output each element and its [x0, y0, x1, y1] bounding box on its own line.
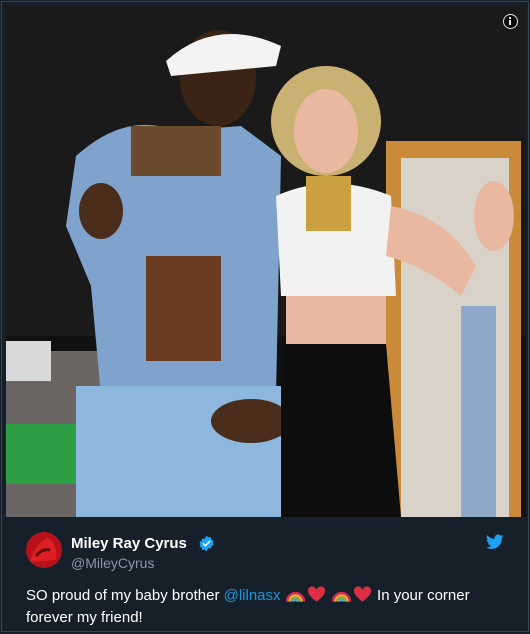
- avatar[interactable]: [26, 532, 62, 568]
- tweet-card[interactable]: Miley Ray Cyrus @MileyCyrus SO proud of …: [1, 1, 529, 632]
- author-name[interactable]: Miley Ray Cyrus: [71, 535, 187, 552]
- tweet-photo[interactable]: [6, 6, 526, 517]
- author-handle[interactable]: @MileyCyrus: [71, 555, 154, 571]
- heart-emoji-icon: [353, 586, 371, 602]
- tweet-text: SO proud of my baby brother @lilnasx In …: [26, 585, 506, 629]
- verified-badge-icon: [199, 535, 214, 552]
- mention-link[interactable]: @lilnasx: [224, 587, 281, 604]
- twitter-bird-icon[interactable]: [486, 534, 504, 550]
- heart-emoji-icon: [307, 586, 325, 602]
- info-icon[interactable]: [503, 14, 518, 29]
- photo-scene: [6, 6, 526, 517]
- tweet-text-before: SO proud of my baby brother: [26, 587, 224, 604]
- rainbow-emoji-icon: [331, 591, 351, 602]
- rainbow-emoji-icon: [285, 591, 305, 602]
